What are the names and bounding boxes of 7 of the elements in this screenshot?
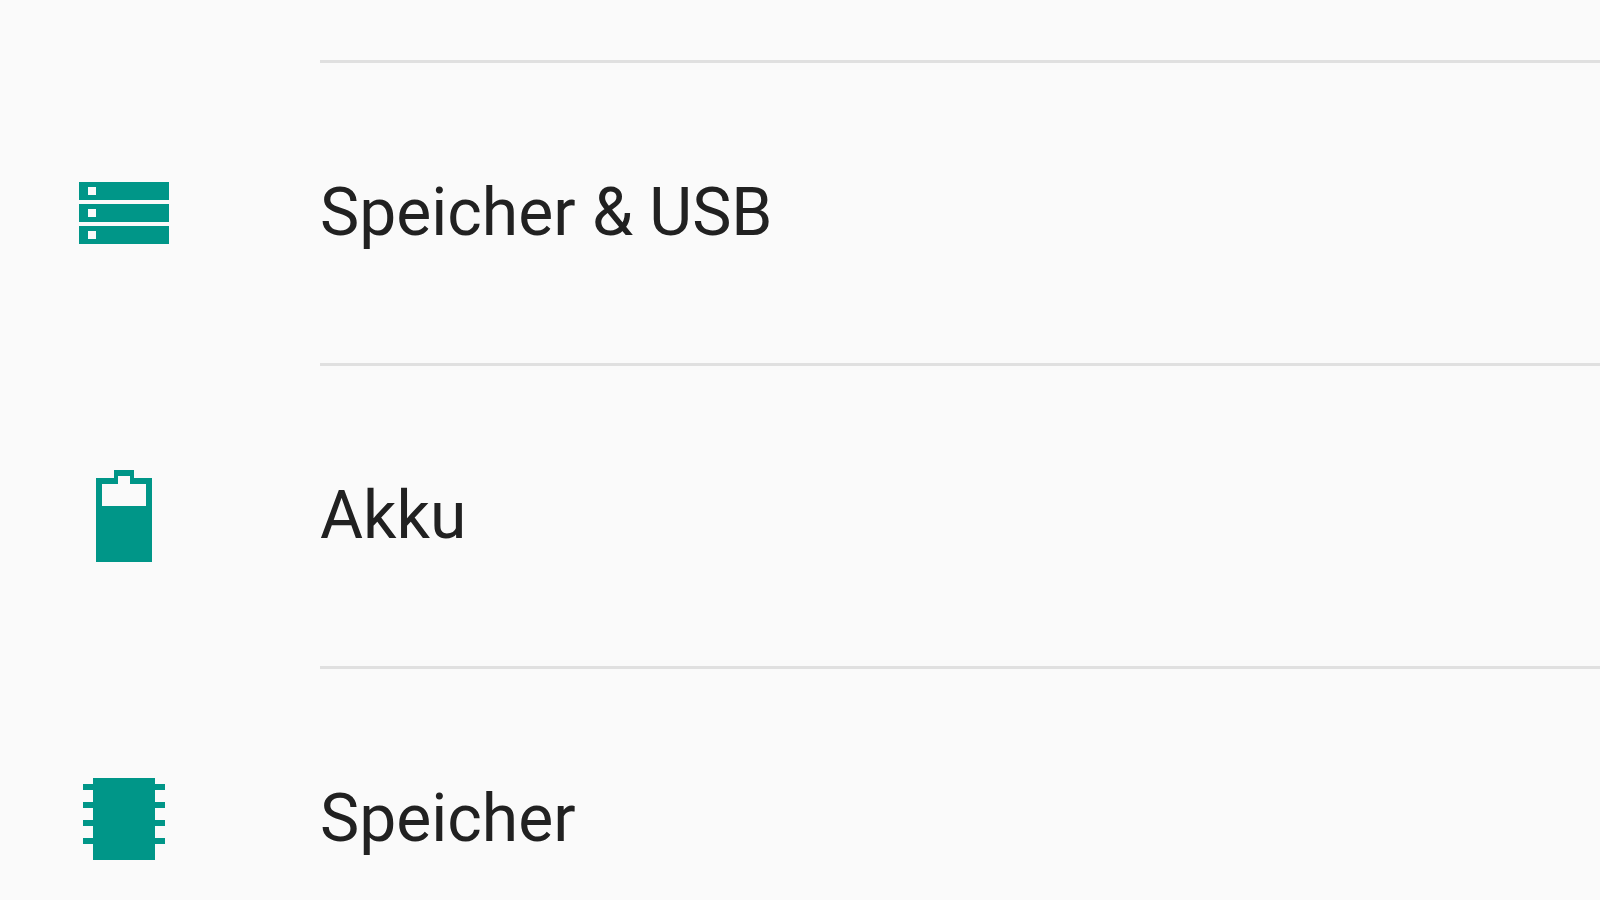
settings-item[interactable]: Akku — [0, 366, 1600, 666]
item-label: Akku — [320, 483, 467, 549]
battery-icon — [96, 470, 152, 562]
settings-item[interactable]: Speicher — [0, 669, 1600, 900]
storage-icon — [79, 182, 169, 244]
chip-icon — [83, 778, 165, 860]
settings-item[interactable]: Speicher & USB — [0, 63, 1600, 363]
